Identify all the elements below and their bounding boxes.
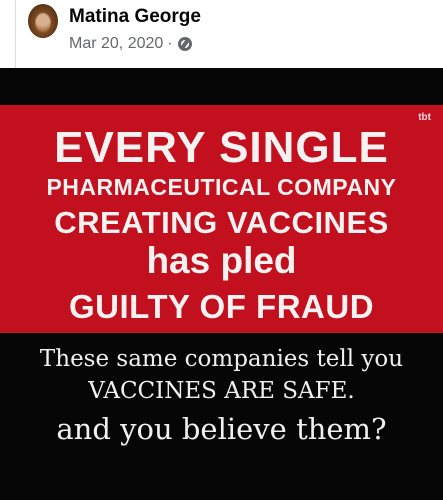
post-meta: Mar 20, 2020 ·	[69, 35, 192, 53]
caption-line: VACCINES ARE SAFE.	[88, 378, 355, 404]
headline-line: GUILTY OF FRAUD	[68, 288, 375, 325]
caption-line: and you believe them?	[56, 412, 387, 446]
author-name[interactable]: Matina George	[69, 6, 201, 28]
meta-separator: ·	[167, 35, 173, 52]
globe-icon[interactable]	[177, 37, 192, 51]
divider	[15, 0, 16, 68]
headline-line: has pled	[146, 240, 297, 281]
watermark: tbt	[418, 112, 431, 123]
headline-line: CREATING VACCINES	[54, 205, 389, 240]
avatar-image	[28, 4, 58, 38]
avatar[interactable]	[28, 4, 58, 38]
headline-line: PHARMACEUTICAL COMPANY	[46, 174, 397, 200]
caption-line: These same companies tell you	[39, 346, 404, 372]
headline-line: EVERY SINGLE	[54, 123, 389, 172]
post-date[interactable]: Mar 20, 2020	[69, 35, 163, 53]
post-header: Matina George Mar 20, 2020 ·	[0, 0, 443, 68]
